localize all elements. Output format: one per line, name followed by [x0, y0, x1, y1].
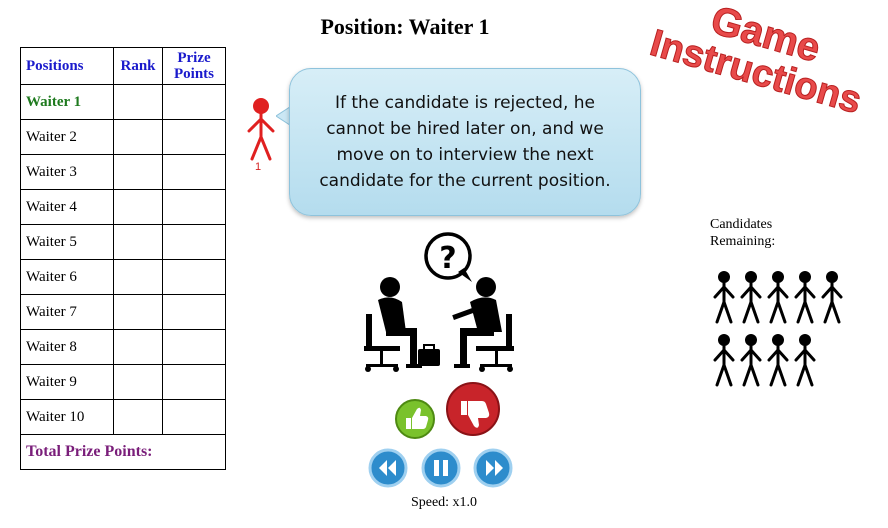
table-row: Waiter 7 [20, 294, 226, 330]
remaining-candidate-icon [713, 334, 735, 387]
prize-cell [162, 399, 226, 435]
prize-cell [162, 259, 226, 295]
prize-cell [162, 154, 226, 190]
table-row: Waiter 10 [20, 399, 226, 435]
rank-cell [113, 329, 163, 365]
positions-header: Positions [20, 47, 114, 85]
position-cell: Waiter 1 [20, 84, 114, 120]
remaining-candidate-icon [767, 271, 789, 324]
table-header-row: Positions Rank Prize Points [20, 47, 226, 85]
remaining-candidate-icon [740, 334, 762, 387]
position-cell: Waiter 2 [20, 119, 114, 155]
speed-label: Speed: x1.0 [410, 495, 478, 510]
rank-cell [113, 364, 163, 400]
table-row: Waiter 4 [20, 189, 226, 225]
position-cell: Waiter 3 [20, 154, 114, 190]
rank-cell [113, 154, 163, 190]
position-cell: Waiter 7 [20, 294, 114, 330]
prize-points-header: Prize Points [162, 47, 226, 85]
interviewee-icon [364, 277, 422, 372]
prize-cell [162, 364, 226, 400]
rank-cell [113, 259, 163, 295]
question-mark: ? [439, 241, 456, 276]
decision-buttons [395, 382, 500, 439]
remaining-candidate-icon [794, 271, 816, 324]
rank-cell [113, 224, 163, 260]
playback-controls [368, 448, 513, 488]
table-row: Waiter 5 [20, 224, 226, 260]
rank-cell [113, 399, 163, 435]
thumbs-down-icon[interactable] [446, 382, 500, 436]
interview-scene-icon: ? [364, 232, 514, 372]
rank-cell [113, 189, 163, 225]
thumbs-up-icon[interactable] [395, 399, 435, 439]
positions-table: Positions Rank Prize Points Waiter 1 Wai… [20, 47, 226, 470]
rank-cell [113, 119, 163, 155]
interviewer-icon [452, 277, 514, 372]
position-cell: Waiter 5 [20, 224, 114, 260]
prize-cell [162, 84, 226, 120]
candidate-number: 1 [255, 161, 262, 173]
rank-header: Rank [113, 47, 163, 85]
prize-cell [162, 329, 226, 365]
remaining-candidate-icon [767, 334, 789, 387]
question-bubble-icon: ? [424, 232, 472, 282]
briefcase-icon [418, 344, 440, 366]
remaining-candidates-icons [713, 271, 843, 387]
position-cell: Waiter 6 [20, 259, 114, 295]
prize-cell [162, 119, 226, 155]
game-instructions-logo[interactable]: Game Instructions [632, 0, 888, 170]
table-row: Waiter 9 [20, 364, 226, 400]
table-row: Waiter 2 [20, 119, 226, 155]
remaining-candidate-icon [821, 271, 843, 324]
remaining-candidate-icon [713, 271, 735, 324]
total-row: Total Prize Points: [20, 434, 226, 470]
page-title: Position: Waiter 1 [320, 14, 490, 39]
position-cell: Waiter 8 [20, 329, 114, 365]
remaining-candidate-icon [740, 271, 762, 324]
prize-cell [162, 189, 226, 225]
table-row: Waiter 1 [20, 84, 226, 120]
rewind-icon[interactable] [368, 448, 408, 488]
prize-cell [162, 294, 226, 330]
position-cell: Waiter 10 [20, 399, 114, 435]
instruction-text: If the candidate is rejected, he cannot … [319, 93, 611, 191]
remaining-candidate-icon [794, 334, 816, 387]
table-row: Waiter 3 [20, 154, 226, 190]
prize-cell [162, 224, 226, 260]
rank-cell [113, 84, 163, 120]
position-cell: Waiter 9 [20, 364, 114, 400]
total-prize-points-label: Total Prize Points: [20, 434, 226, 470]
fast-forward-icon[interactable] [473, 448, 513, 488]
rank-cell [113, 294, 163, 330]
table-row: Waiter 6 [20, 259, 226, 295]
instruction-bubble: If the candidate is rejected, he cannot … [289, 68, 641, 216]
pause-icon[interactable] [421, 448, 461, 488]
table-row: Waiter 8 [20, 329, 226, 365]
position-cell: Waiter 4 [20, 189, 114, 225]
candidates-remaining-label: Candidates Remaining: [710, 217, 776, 249]
